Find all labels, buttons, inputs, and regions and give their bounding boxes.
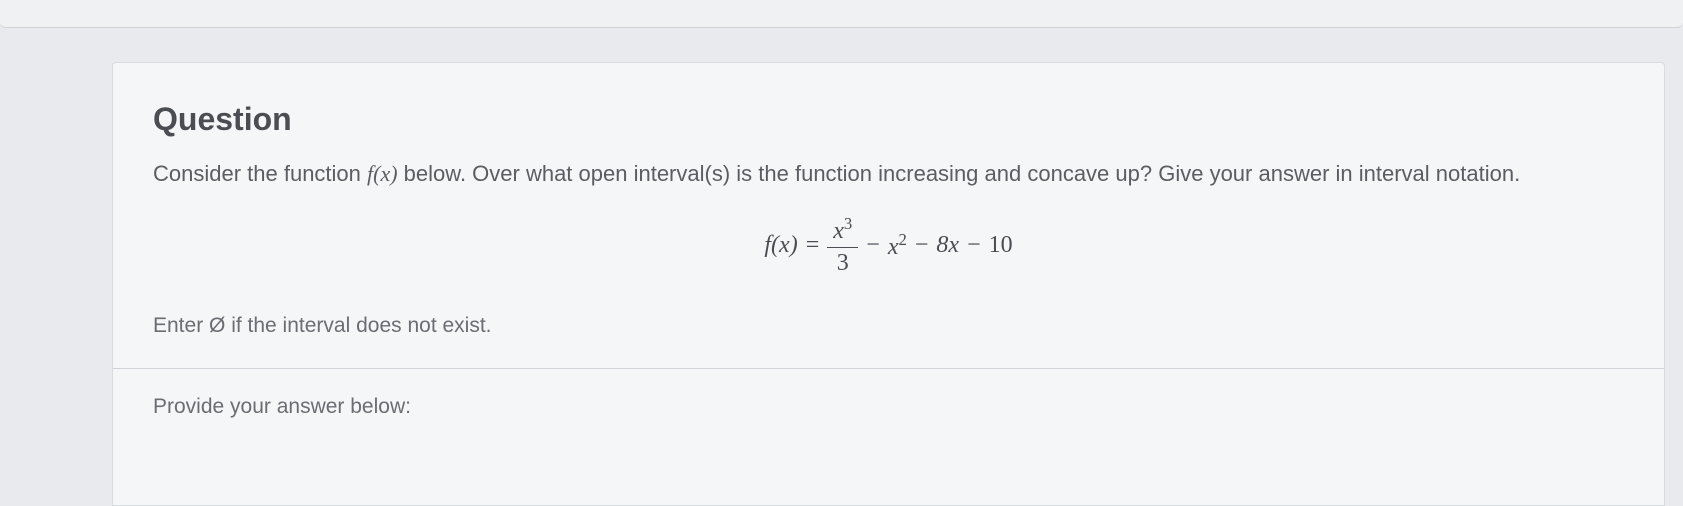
eq-equals: = — [806, 232, 820, 259]
question-heading: Question — [153, 101, 1624, 138]
prompt-pre: Consider the function — [153, 161, 367, 186]
eq-term4: 10 — [989, 232, 1013, 259]
empty-set-note: Enter Ø if the interval does not exist. — [153, 314, 1624, 338]
section-divider — [113, 368, 1664, 369]
equation-display: f(x) = x3 3 − x2 − 8x − 10 — [153, 215, 1624, 276]
question-card: Question Consider the function f(x) belo… — [112, 62, 1665, 506]
prompt-post: below. Over what open interval(s) is the… — [398, 161, 1521, 186]
card-top-edge — [0, 0, 1683, 28]
eq-frac-num-exp: 3 — [844, 214, 852, 233]
eq-term2-base: x — [888, 234, 899, 260]
eq-minus3: − — [967, 232, 981, 259]
eq-frac-den: 3 — [831, 248, 855, 276]
eq-minus2: − — [915, 232, 929, 259]
eq-lhs: f(x) — [764, 232, 797, 259]
eq-term3: 8x — [936, 232, 959, 259]
eq-term2-exp: 2 — [898, 230, 906, 249]
question-prompt: Consider the function f(x) below. Over w… — [153, 156, 1624, 191]
eq-frac-num-base: x — [833, 218, 844, 244]
eq-minus1: − — [866, 232, 880, 259]
eq-fraction: x3 3 — [827, 215, 858, 276]
answer-label: Provide your answer below: — [153, 395, 1624, 419]
prompt-fx: f(x) — [367, 161, 398, 186]
